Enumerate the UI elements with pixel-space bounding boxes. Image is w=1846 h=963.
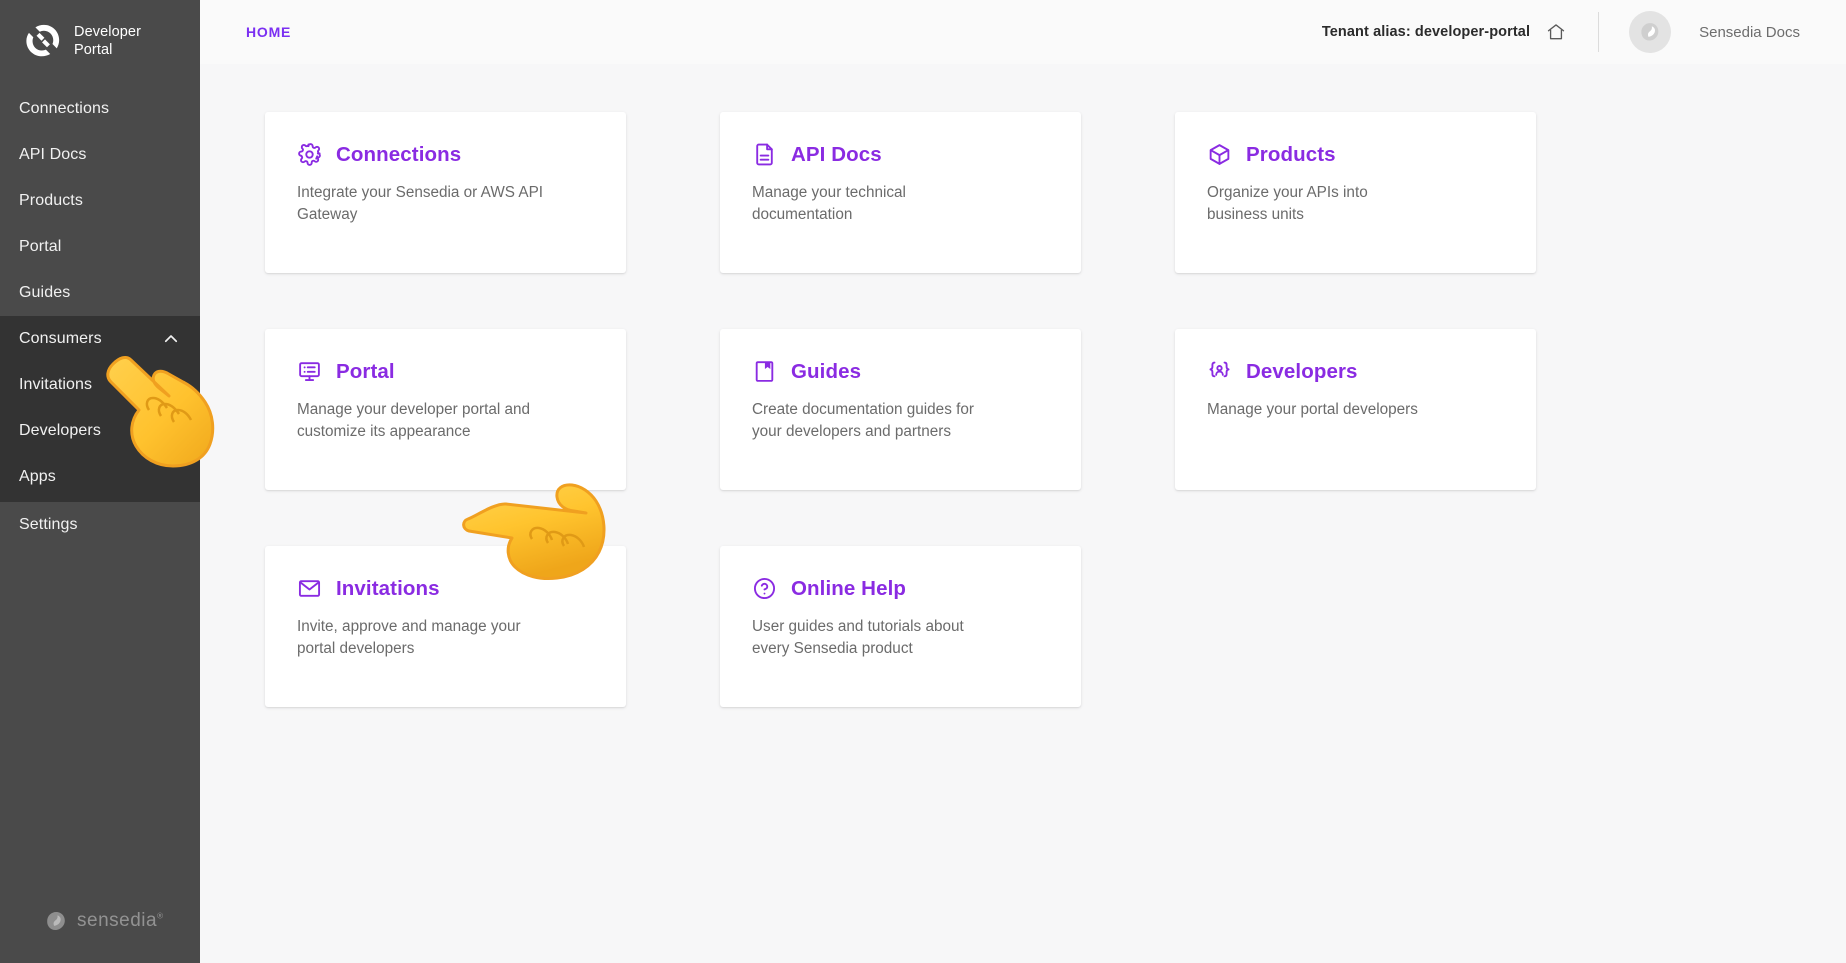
card-title: Portal [336, 360, 395, 384]
card-description: Create documentation guides for your dev… [752, 399, 1002, 442]
sidebar: Developer Portal Connections API Docs Pr… [0, 0, 200, 963]
sidebar-item-api-docs[interactable]: API Docs [0, 132, 200, 178]
sidebar-item-guides[interactable]: Guides [0, 270, 200, 316]
sidebar-item-apps[interactable]: Apps [0, 454, 200, 500]
card-guides[interactable]: Guides Create documentation guides for y… [720, 329, 1081, 490]
sidebar-item-label: Developers [19, 422, 101, 440]
monitor-icon [297, 359, 322, 384]
card-description: Manage your portal developers [1207, 399, 1427, 421]
card-title: Connections [336, 143, 461, 167]
sidebar-item-label: Consumers [19, 330, 102, 348]
card-title: Developers [1246, 360, 1358, 384]
chevron-up-icon [162, 330, 180, 348]
card-description: Manage your developer portal and customi… [297, 399, 547, 442]
card-header: Online Help [752, 576, 1051, 601]
sidebar-item-label: Invitations [19, 376, 92, 394]
sidebar-item-portal[interactable]: Portal [0, 224, 200, 270]
sidebar-item-label: Connections [19, 100, 109, 118]
sidebar-item-developers[interactable]: Developers [0, 408, 200, 454]
question-circle-icon [752, 576, 777, 601]
sidebar-footer: sensedia® [0, 909, 200, 963]
card-header: API Docs [752, 142, 1051, 167]
brand-title: Developer Portal [74, 23, 141, 59]
card-header: Products [1207, 142, 1506, 167]
sidebar-item-products[interactable]: Products [0, 178, 200, 224]
sidebar-item-label: Portal [19, 238, 61, 256]
sensedia-logo-icon [44, 909, 68, 933]
card-description: Invite, approve and manage your portal d… [297, 616, 547, 659]
sensedia-logo: sensedia® [44, 909, 200, 933]
app-root: Developer Portal Connections API Docs Pr… [0, 0, 1846, 963]
card-api-docs[interactable]: API Docs Manage your technical documenta… [720, 112, 1081, 273]
card-invitations[interactable]: Invitations Invite, approve and manage y… [265, 546, 626, 707]
card-products[interactable]: Products Organize your APIs into busines… [1175, 112, 1536, 273]
gear-icon [297, 142, 322, 167]
card-title: Online Help [791, 577, 906, 601]
envelope-icon [297, 576, 322, 601]
sidebar-item-label: Settings [19, 516, 78, 534]
card-header: Invitations [297, 576, 596, 601]
sidebar-item-label: Apps [19, 468, 56, 486]
top-bar-divider [1598, 12, 1599, 52]
card-description: User guides and tutorials about every Se… [752, 616, 1002, 659]
brand-header[interactable]: Developer Portal [0, 0, 200, 86]
card-title: Products [1246, 143, 1336, 167]
card-developers[interactable]: Developers Manage your portal developers [1175, 329, 1536, 490]
code-user-icon [1207, 359, 1232, 384]
card-description: Organize your APIs into business units [1207, 182, 1427, 225]
sensedia-wordmark: sensedia® [77, 910, 163, 932]
sidebar-item-connections[interactable]: Connections [0, 86, 200, 132]
book-icon [752, 359, 777, 384]
document-icon [752, 142, 777, 167]
sidebar-item-invitations[interactable]: Invitations [0, 362, 200, 408]
home-icon[interactable] [1546, 22, 1566, 42]
brand-line-2: Portal [74, 42, 112, 58]
brand-line-1: Developer [74, 24, 141, 40]
card-header: Developers [1207, 359, 1506, 384]
top-bar-right: Tenant alias: developer-portal Sensedia … [1322, 11, 1800, 53]
card-header: Portal [297, 359, 596, 384]
card-online-help[interactable]: Online Help User guides and tutorials ab… [720, 546, 1081, 707]
card-title: Guides [791, 360, 861, 384]
card-header: Guides [752, 359, 1051, 384]
card-grid: Connections Integrate your Sensedia or A… [200, 112, 1846, 707]
sidebar-group-consumers[interactable]: Consumers [0, 316, 200, 362]
breadcrumb-home[interactable]: HOME [246, 24, 291, 40]
avatar[interactable] [1629, 11, 1671, 53]
card-title: Invitations [336, 577, 440, 601]
card-description: Integrate your Sensedia or AWS API Gatew… [297, 182, 547, 225]
cube-icon [1207, 142, 1232, 167]
sidebar-item-settings[interactable]: Settings [0, 502, 200, 548]
sidebar-submenu-consumers: Invitations Developers Apps [0, 362, 200, 502]
card-description: Manage your technical documentation [752, 182, 1002, 225]
tenant-alias-label: Tenant alias: developer-portal [1322, 24, 1530, 40]
card-connections[interactable]: Connections Integrate your Sensedia or A… [265, 112, 626, 273]
registered-mark: ® [157, 912, 163, 921]
top-bar: HOME Tenant alias: developer-portal [200, 0, 1846, 64]
sidebar-item-label: Products [19, 192, 83, 210]
sidebar-item-label: API Docs [19, 146, 87, 164]
main-area: HOME Tenant alias: developer-portal [200, 0, 1846, 963]
sidebar-nav: Connections API Docs Products Portal Gui… [0, 86, 200, 548]
content-area: Connections Integrate your Sensedia or A… [200, 64, 1846, 963]
card-portal[interactable]: Portal Manage your developer portal and … [265, 329, 626, 490]
sidebar-item-label: Guides [19, 284, 70, 302]
sensedia-docs-link[interactable]: Sensedia Docs [1699, 24, 1800, 41]
developer-portal-logo-icon [24, 22, 62, 60]
card-title: API Docs [791, 143, 882, 167]
card-header: Connections [297, 142, 596, 167]
sensedia-brand-text: sensedia [77, 910, 157, 931]
